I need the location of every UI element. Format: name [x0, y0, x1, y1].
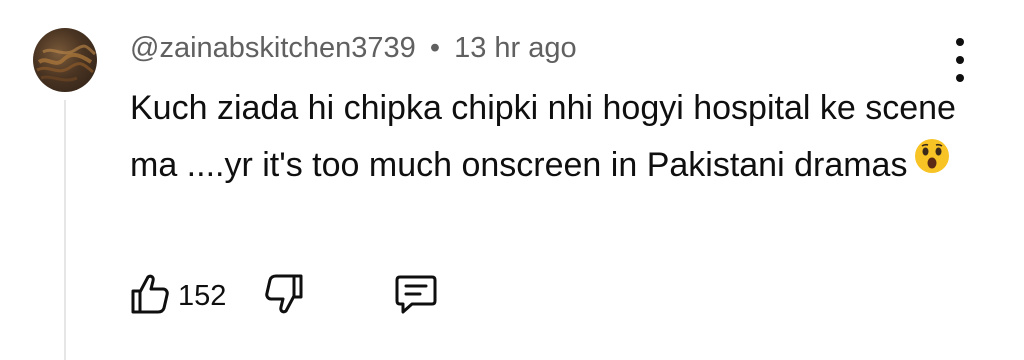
- comment-text-container: Kuch ziada hi chipka chipki nhi hogyi ho…: [130, 80, 960, 194]
- thumbs-down-icon: [264, 273, 304, 320]
- more-vert-icon[interactable]: [944, 38, 976, 82]
- comment-text: Kuch ziada hi chipka chipki nhi hogyi ho…: [130, 89, 956, 184]
- like-button[interactable]: 152: [130, 273, 226, 320]
- comment-actions: 152: [130, 272, 438, 320]
- menu-dot: [956, 38, 964, 46]
- comment-meta: @zainabskitchen3739 • 13 hr ago: [130, 32, 577, 65]
- like-count: 152: [178, 279, 227, 312]
- reply-comment-icon: [394, 273, 438, 320]
- astonished-face-icon: [913, 136, 951, 193]
- dislike-button[interactable]: [264, 273, 304, 320]
- comment-card: @zainabskitchen3739 • 13 hr ago Kuch zia…: [0, 0, 1024, 360]
- timestamp[interactable]: 13 hr ago: [454, 32, 577, 64]
- thread-line: [64, 100, 66, 360]
- thumbs-up-icon: [130, 273, 170, 320]
- meta-separator: •: [429, 32, 441, 64]
- reply-button[interactable]: [394, 273, 438, 320]
- author-name[interactable]: @zainabskitchen3739: [130, 32, 416, 64]
- avatar[interactable]: [33, 28, 97, 92]
- menu-dot: [956, 56, 964, 64]
